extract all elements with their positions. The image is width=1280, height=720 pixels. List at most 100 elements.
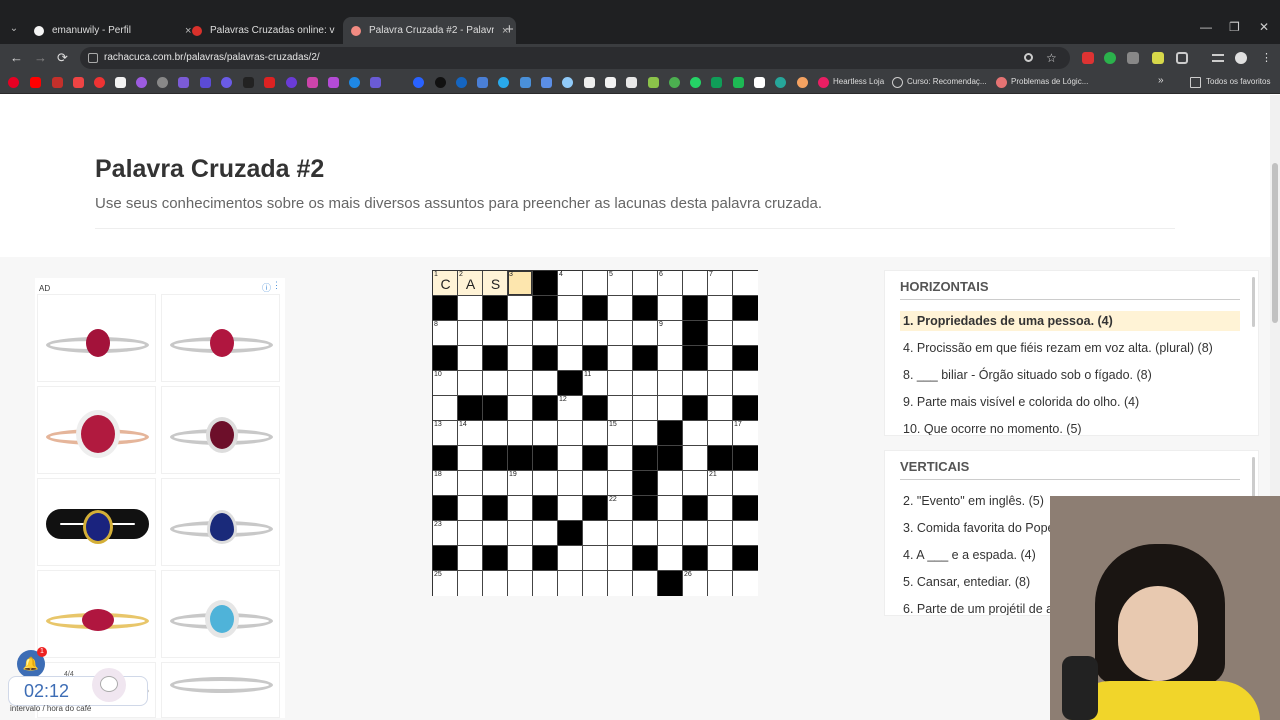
crossword-cell[interactable] bbox=[558, 421, 583, 446]
crossword-cell[interactable] bbox=[483, 421, 508, 446]
crossword-cell[interactable] bbox=[708, 321, 733, 346]
crossword-cell[interactable] bbox=[533, 521, 558, 546]
crossword-cell[interactable] bbox=[683, 521, 708, 546]
site-info-icon[interactable] bbox=[88, 53, 98, 63]
extension-yellow-icon[interactable] bbox=[1152, 52, 1164, 64]
bookmark-icon[interactable] bbox=[541, 77, 552, 88]
crossword-cell[interactable] bbox=[683, 446, 708, 471]
ad-product-ring[interactable] bbox=[161, 570, 280, 658]
crossword-cell[interactable]: 14 bbox=[458, 421, 483, 446]
crossword-cell[interactable] bbox=[633, 396, 658, 421]
crossword-cell[interactable] bbox=[608, 396, 633, 421]
crossword-cell[interactable]: 26 bbox=[683, 571, 708, 596]
crossword-cell[interactable] bbox=[508, 346, 533, 371]
course-bookmark-icon[interactable] bbox=[892, 77, 903, 88]
crossword-cell[interactable]: 25 bbox=[433, 571, 458, 596]
crossword-cell[interactable] bbox=[708, 521, 733, 546]
bookmark-icon[interactable] bbox=[328, 77, 339, 88]
whatsapp-bookmark-icon[interactable] bbox=[690, 77, 701, 88]
bookmark-icon[interactable] bbox=[178, 77, 189, 88]
crossword-cell[interactable] bbox=[558, 321, 583, 346]
crossword-cell[interactable] bbox=[608, 446, 633, 471]
menu-kebab-icon[interactable]: ⋮ bbox=[1261, 51, 1272, 64]
bookmark-todos-os-favoritos[interactable]: Todos os favoritos bbox=[1206, 77, 1270, 86]
extension-gray-icon[interactable] bbox=[1127, 52, 1139, 64]
tab-palavras-cruzadas-online[interactable]: Palavras Cruzadas online: venha jogar × bbox=[184, 17, 357, 44]
bookmark-problemas-de-logica[interactable]: Problemas de Lógic... bbox=[1011, 77, 1088, 86]
crossword-cell[interactable] bbox=[708, 421, 733, 446]
crossword-cell[interactable]: 23 bbox=[433, 521, 458, 546]
bookmark-icon[interactable] bbox=[370, 77, 381, 88]
bookmark-icon[interactable] bbox=[733, 77, 744, 88]
jewelry-advertisement[interactable]: AD ⓘ ⋮ bbox=[35, 278, 285, 718]
clue-horizontal-8[interactable]: 8. ___ biliar - Órgão situado sob o fíga… bbox=[900, 365, 1240, 385]
crossword-cell[interactable] bbox=[608, 371, 633, 396]
telegram-bookmark-icon[interactable] bbox=[498, 77, 509, 88]
forward-icon[interactable]: → bbox=[34, 50, 47, 65]
crossword-cell[interactable] bbox=[458, 296, 483, 321]
crossword-cell[interactable] bbox=[508, 571, 533, 596]
crossword-cell[interactable] bbox=[608, 571, 633, 596]
crossword-cell[interactable] bbox=[708, 496, 733, 521]
crossword-cell[interactable] bbox=[608, 521, 633, 546]
crossword-grid[interactable]: 1 C 2 A S 3 4 5 6 7 8 9 10 11 12 13 14 15 17 18 19 21 22 23 25 26 bbox=[432, 270, 758, 596]
crossword-cell[interactable] bbox=[508, 321, 533, 346]
ad-product-ring[interactable] bbox=[161, 662, 280, 718]
crossword-cell[interactable] bbox=[633, 571, 658, 596]
profile-avatar-icon[interactable] bbox=[1235, 52, 1247, 64]
bookmark-icon[interactable] bbox=[136, 77, 147, 88]
crossword-cell[interactable]: 22 bbox=[608, 496, 633, 521]
crossword-cell[interactable] bbox=[533, 471, 558, 496]
bookmark-icon[interactable] bbox=[221, 77, 232, 88]
crossword-cell[interactable] bbox=[708, 371, 733, 396]
crossword-cell[interactable] bbox=[558, 446, 583, 471]
crossword-cell[interactable]: 1C bbox=[433, 271, 458, 296]
bookmark-icon[interactable] bbox=[605, 77, 616, 88]
extension-adblock-icon[interactable] bbox=[1082, 52, 1094, 64]
extensions-puzzle-icon[interactable] bbox=[1176, 52, 1188, 64]
crossword-cell[interactable] bbox=[608, 346, 633, 371]
bookmark-icon[interactable] bbox=[94, 77, 105, 88]
bookmark-icon[interactable] bbox=[754, 77, 765, 88]
bookmark-icon[interactable] bbox=[307, 77, 318, 88]
crossword-cell[interactable]: 18 bbox=[433, 471, 458, 496]
media-control-icon[interactable] bbox=[1212, 54, 1224, 62]
crossword-cell[interactable] bbox=[708, 546, 733, 571]
crossword-cell[interactable] bbox=[558, 496, 583, 521]
crossword-cell[interactable] bbox=[708, 571, 733, 596]
bookmark-icon[interactable] bbox=[243, 77, 254, 88]
zoom-icon[interactable] bbox=[1024, 53, 1033, 62]
crossword-cell[interactable]: 4 bbox=[558, 271, 583, 296]
crossword-cell[interactable] bbox=[508, 296, 533, 321]
ad-product-ring[interactable] bbox=[161, 294, 280, 382]
crossword-cell[interactable] bbox=[508, 371, 533, 396]
close-window-icon[interactable]: ✕ bbox=[1259, 20, 1269, 34]
crossword-cell[interactable] bbox=[533, 421, 558, 446]
crossword-cell[interactable] bbox=[483, 521, 508, 546]
crossword-cell[interactable] bbox=[508, 396, 533, 421]
bookmark-heartless-loja[interactable]: Heartless Loja bbox=[833, 77, 884, 86]
crossword-cell[interactable] bbox=[483, 471, 508, 496]
crossword-cell[interactable] bbox=[558, 546, 583, 571]
clue-horizontal-4[interactable]: 4. Procissão em que fiéis rezam em voz a… bbox=[900, 338, 1240, 358]
crossword-cell[interactable]: 13 bbox=[433, 421, 458, 446]
crossword-cell[interactable] bbox=[733, 371, 758, 396]
crossword-cell[interactable] bbox=[733, 521, 758, 546]
crossword-cell[interactable] bbox=[483, 571, 508, 596]
minimize-icon[interactable]: — bbox=[1200, 20, 1212, 34]
crossword-cell[interactable] bbox=[683, 421, 708, 446]
crossword-cell[interactable] bbox=[533, 321, 558, 346]
bookmark-star-icon[interactable]: ☆ bbox=[1046, 51, 1057, 65]
crossword-cell[interactable] bbox=[633, 521, 658, 546]
crossword-cell[interactable] bbox=[458, 371, 483, 396]
scrollbar-thumb[interactable] bbox=[1272, 163, 1278, 323]
bookmark-icon[interactable] bbox=[797, 77, 808, 88]
youtube-bookmark-icon[interactable] bbox=[30, 77, 41, 88]
crossword-cell[interactable] bbox=[508, 421, 533, 446]
bookmark-icon[interactable] bbox=[52, 77, 63, 88]
crossword-cell[interactable] bbox=[708, 346, 733, 371]
bookmark-icon[interactable] bbox=[435, 77, 446, 88]
reload-icon[interactable]: ⟳ bbox=[57, 50, 68, 66]
restore-icon[interactable]: ❐ bbox=[1229, 20, 1240, 34]
crossword-cell[interactable] bbox=[633, 321, 658, 346]
